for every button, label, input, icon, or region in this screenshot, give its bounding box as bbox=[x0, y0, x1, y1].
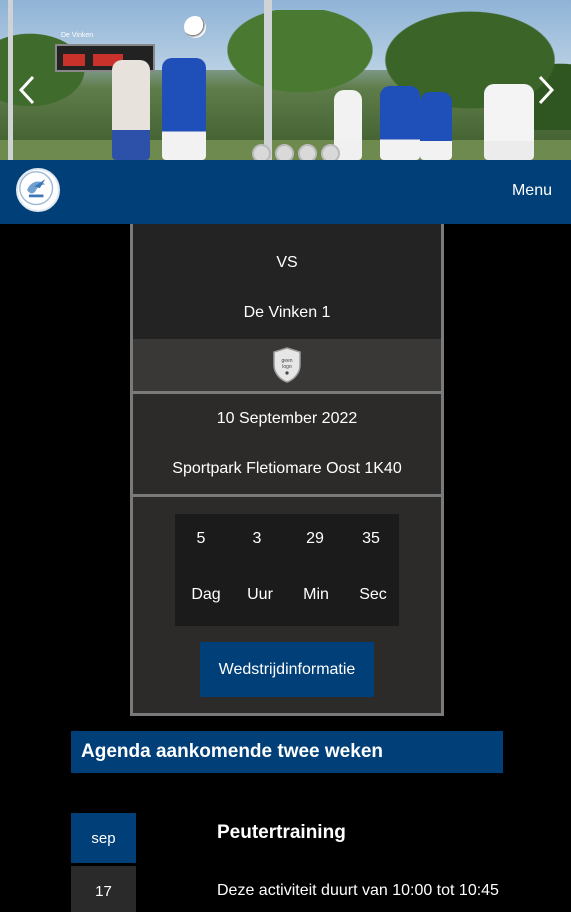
match-venue: Sportpark Fletiomare Oost 1K40 bbox=[133, 460, 441, 478]
shield-text-2: logo bbox=[282, 364, 292, 370]
countdown-hours: 3 Uur bbox=[231, 514, 287, 626]
event-description: Deze activiteit duurt van 10:00 tot 10:4… bbox=[217, 882, 499, 899]
hero-slider: De Vinken bbox=[0, 0, 571, 160]
slider-dots bbox=[252, 144, 340, 160]
opponent-name: De Vinken 1 bbox=[243, 304, 331, 321]
countdown-seconds-value: 35 bbox=[362, 530, 380, 547]
shield-icon: geen logo bbox=[273, 347, 301, 383]
player-figure bbox=[380, 86, 420, 160]
slider-prev-button[interactable] bbox=[12, 70, 42, 110]
player-figure bbox=[112, 60, 150, 160]
countdown-hours-label: Uur bbox=[247, 586, 273, 603]
countdown-timer: 5 Dag 3 Uur 29 Min 35 Sec bbox=[175, 514, 399, 626]
countdown-minutes-value: 29 bbox=[306, 530, 324, 547]
divider bbox=[133, 494, 441, 497]
menu-button[interactable]: Menu bbox=[512, 182, 552, 200]
floodlight-pole bbox=[264, 0, 272, 160]
slider-dot-1[interactable] bbox=[252, 144, 271, 160]
slider-next-button[interactable] bbox=[531, 70, 561, 110]
event-day: 17 bbox=[71, 866, 136, 912]
countdown-days-value: 5 bbox=[196, 530, 206, 547]
event-title[interactable]: Peutertraining bbox=[217, 822, 346, 844]
countdown-days: 5 Dag bbox=[175, 514, 231, 626]
agenda-heading: Agenda aankomende twee weken bbox=[71, 731, 503, 773]
player-figure bbox=[420, 92, 452, 160]
chevron-right-icon bbox=[538, 75, 555, 105]
venue-name: Sportpark Fletiomare Oost bbox=[172, 460, 360, 477]
venue-code: 1K40 bbox=[364, 460, 402, 477]
player-figure bbox=[162, 58, 206, 160]
countdown-days-label: Dag bbox=[191, 586, 221, 603]
scoreboard-label: De Vinken bbox=[61, 32, 94, 39]
match-info-button[interactable]: Wedstrijdinformatie bbox=[200, 642, 374, 697]
next-match-card: VS De Vinken 1 geen logo 10 September 20… bbox=[130, 224, 444, 716]
scoreboard-digits bbox=[63, 54, 85, 66]
navbar: Menu bbox=[0, 160, 571, 224]
countdown-hours-value: 3 bbox=[252, 530, 262, 547]
slider-dot-2[interactable] bbox=[275, 144, 294, 160]
event-month: sep bbox=[71, 813, 136, 863]
match-date: 10 September 2022 bbox=[216, 410, 358, 427]
countdown-seconds: 35 Sec bbox=[343, 514, 399, 626]
match-header: VS De Vinken 1 bbox=[133, 224, 441, 339]
ball bbox=[184, 16, 206, 38]
vs-label: VS bbox=[276, 254, 298, 271]
countdown-seconds-label: Sec bbox=[359, 586, 387, 603]
chevron-left-icon bbox=[18, 75, 35, 105]
player-figure bbox=[484, 84, 534, 160]
opponent-logo-row: geen logo bbox=[133, 339, 441, 391]
divider bbox=[133, 391, 441, 394]
countdown-minutes-label: Min bbox=[303, 586, 329, 603]
slider-dot-4[interactable] bbox=[321, 144, 340, 160]
slider-dot-3[interactable] bbox=[298, 144, 317, 160]
countdown-minutes: 29 Min bbox=[287, 514, 343, 626]
club-logo-image bbox=[19, 171, 54, 206]
club-logo[interactable] bbox=[16, 168, 60, 212]
